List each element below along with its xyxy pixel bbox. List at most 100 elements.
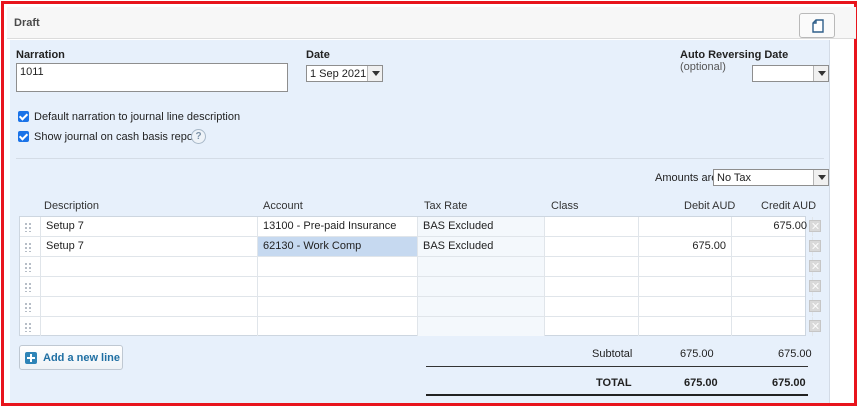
col-description: Description — [44, 200, 100, 212]
subtotal-label: Subtotal — [592, 348, 633, 360]
tax-rate-cell[interactable]: BAS Excluded — [418, 237, 545, 256]
subtotal-rule — [426, 366, 808, 367]
drag-handle[interactable] — [20, 217, 41, 236]
date-label: Date — [306, 49, 330, 61]
debit-cell[interactable] — [639, 317, 732, 336]
draft-title: Draft — [14, 17, 40, 29]
amounts-dropdown-icon[interactable] — [813, 170, 828, 185]
debit-cell[interactable]: 675.00 — [639, 237, 732, 256]
delete-line-icon[interactable] — [809, 320, 821, 332]
tax-rate-cell[interactable] — [418, 277, 545, 296]
drag-handle[interactable] — [20, 317, 41, 336]
drag-handle-icon — [24, 322, 32, 332]
drag-handle[interactable] — [20, 297, 41, 316]
tax-rate-cell[interactable] — [418, 317, 545, 336]
default-narration-checkbox[interactable] — [18, 111, 29, 122]
col-class: Class — [551, 200, 579, 212]
class-cell[interactable] — [545, 277, 639, 296]
credit-cell[interactable]: 675.00 — [732, 217, 813, 236]
credit-cell[interactable] — [732, 297, 813, 316]
credit-cell[interactable] — [732, 277, 813, 296]
account-cell[interactable] — [258, 277, 418, 296]
table-row — [20, 257, 813, 277]
col-debit: Debit AUD — [684, 200, 736, 212]
credit-cell[interactable] — [732, 237, 813, 256]
optional-text: (optional) — [680, 61, 726, 73]
add-line-icon — [25, 352, 37, 364]
table-row — [20, 317, 813, 337]
amounts-are-select[interactable]: No Tax — [713, 169, 829, 186]
tax-rate-cell[interactable] — [418, 257, 545, 276]
date-picker[interactable]: 1 Sep 2021 — [306, 65, 383, 82]
debit-cell[interactable] — [639, 297, 732, 316]
description-cell[interactable] — [41, 297, 258, 316]
draft-header: Draft — [7, 7, 856, 39]
table-row — [20, 277, 813, 297]
copy-button[interactable] — [799, 13, 835, 38]
table-row: Setup 7 13100 - Pre-paid Insurance BAS E… — [20, 217, 813, 237]
description-cell[interactable] — [41, 317, 258, 336]
description-cell[interactable] — [41, 257, 258, 276]
subtotal-debit: 675.00 — [680, 348, 714, 360]
delete-line-icon[interactable] — [809, 260, 821, 272]
drag-handle[interactable] — [20, 237, 41, 256]
cash-basis-label: Show journal on cash basis reports — [34, 131, 206, 143]
drag-handle[interactable] — [20, 277, 41, 296]
debit-cell[interactable] — [639, 217, 732, 236]
auto-reversing-date-picker[interactable] — [752, 65, 829, 82]
tax-rate-cell[interactable]: BAS Excluded — [418, 217, 545, 236]
drag-handle[interactable] — [20, 257, 41, 276]
class-cell[interactable] — [545, 257, 639, 276]
description-cell[interactable]: Setup 7 — [41, 217, 258, 236]
col-account: Account — [263, 200, 303, 212]
delete-line-icon[interactable] — [809, 220, 821, 232]
amounts-are-value: No Tax — [717, 172, 752, 184]
credit-cell[interactable] — [732, 257, 813, 276]
class-cell[interactable] — [545, 297, 639, 316]
col-tax-rate: Tax Rate — [424, 200, 468, 212]
drag-handle-icon — [24, 242, 32, 252]
cash-basis-checkbox[interactable] — [18, 131, 29, 142]
journal-lines-table: Setup 7 13100 - Pre-paid Insurance BAS E… — [19, 216, 813, 337]
journal-frame: Draft Narration 1011 Date 1 Sep 2021 Aut… — [1, 1, 857, 406]
account-cell[interactable] — [258, 257, 418, 276]
class-cell[interactable] — [545, 217, 639, 236]
account-cell[interactable] — [258, 317, 418, 336]
total-rule — [426, 394, 808, 396]
description-cell[interactable]: Setup 7 — [41, 237, 258, 256]
journal-form: Narration 1011 Date 1 Sep 2021 Auto Reve… — [10, 40, 830, 403]
narration-input[interactable]: 1011 — [16, 63, 288, 92]
class-cell[interactable] — [545, 317, 639, 336]
drag-handle-icon — [24, 282, 32, 292]
class-cell[interactable] — [545, 237, 639, 256]
add-new-line-button[interactable]: Add a new line — [19, 345, 123, 370]
delete-line-icon[interactable] — [809, 240, 821, 252]
form-divider — [16, 158, 824, 159]
account-cell[interactable]: 13100 - Pre-paid Insurance — [258, 217, 418, 236]
total-credit: 675.00 — [772, 377, 806, 389]
drag-handle-icon — [24, 222, 32, 232]
subtotal-credit: 675.00 — [778, 348, 812, 360]
description-cell[interactable] — [41, 277, 258, 296]
date-value: 1 Sep 2021 — [310, 68, 367, 80]
table-row — [20, 297, 813, 317]
account-cell[interactable]: 62130 - Work Comp — [258, 237, 418, 256]
table-row: Setup 7 62130 - Work Comp BAS Excluded 6… — [20, 237, 813, 257]
account-cell[interactable] — [258, 297, 418, 316]
col-credit: Credit AUD — [761, 200, 817, 212]
credit-cell[interactable] — [732, 317, 813, 336]
delete-line-icon[interactable] — [809, 300, 821, 312]
debit-cell[interactable] — [639, 257, 732, 276]
help-icon[interactable]: ? — [191, 129, 206, 144]
total-debit: 675.00 — [684, 377, 718, 389]
debit-cell[interactable] — [639, 277, 732, 296]
add-new-line-label: Add a new line — [43, 352, 121, 364]
drag-handle-icon — [24, 262, 32, 272]
date-dropdown-icon[interactable] — [367, 66, 382, 81]
delete-line-icon[interactable] — [809, 280, 821, 292]
total-label: TOTAL — [596, 377, 632, 389]
copy-icon — [812, 19, 824, 33]
auto-reversing-dropdown-icon[interactable] — [813, 66, 828, 81]
tax-rate-cell[interactable] — [418, 297, 545, 316]
drag-handle-icon — [24, 302, 32, 312]
